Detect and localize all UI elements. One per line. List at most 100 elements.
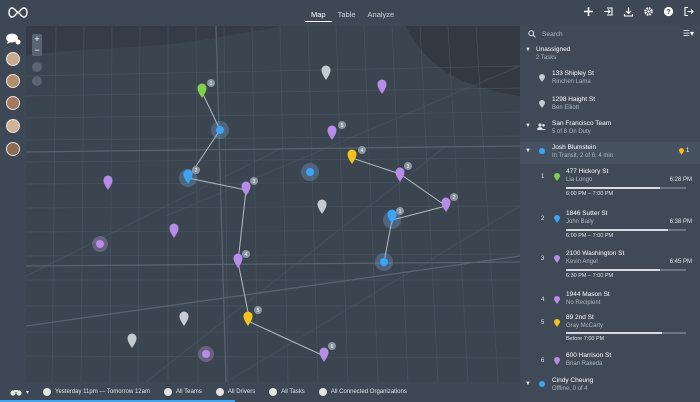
task-recipient: Ben Elliott	[552, 105, 580, 111]
drivers-filter[interactable]: All Drivers	[215, 388, 256, 396]
map-canvas[interactable]: 1 2 3 4 5 6 5 4 3 1 2	[26, 26, 520, 382]
pin-icon	[554, 173, 560, 181]
layers-icon[interactable]	[32, 76, 42, 86]
driver-status-dot	[539, 381, 545, 387]
time-window-fill	[566, 269, 660, 271]
view-tabs: Map Table Analyze	[305, 8, 400, 22]
driver-status: In Transit, 2 of 6, 4 min	[552, 153, 614, 159]
chat-icon[interactable]	[5, 32, 21, 46]
left-rail	[0, 26, 26, 382]
help-icon[interactable]: ?	[663, 6, 674, 17]
task-row[interactable]: 4 1944 Mason St No Recipient	[520, 289, 700, 311]
avatar[interactable]	[6, 52, 20, 66]
driver-name: Cindy Cheung	[552, 377, 594, 384]
svg-text:4: 4	[245, 252, 248, 258]
map[interactable]: 1 2 3 4 5 6 5 4 3 1 2 + −	[26, 26, 520, 382]
pin-icon	[679, 148, 684, 155]
svg-text:5: 5	[341, 123, 344, 129]
avatar[interactable]	[6, 119, 20, 133]
binoculars-button[interactable]: ▾	[10, 388, 29, 396]
locate-icon[interactable]	[32, 62, 42, 72]
task-eta: 6:38 PM	[669, 219, 692, 225]
avatar[interactable]	[6, 96, 20, 110]
task-panel: ☰▾ ▼ Unassigned 2 Tasks 133 Shipley St R…	[520, 26, 700, 402]
task-number: 1	[541, 174, 545, 180]
plus-icon[interactable]	[583, 6, 594, 17]
task-row[interactable]: 6 600 Harrison St Brian Rakeda	[520, 350, 700, 372]
tab-table[interactable]: Table	[332, 8, 362, 22]
avatar[interactable]	[6, 142, 20, 156]
list-menu-icon[interactable]: ☰▾	[683, 29, 694, 38]
search-input[interactable]	[542, 29, 652, 39]
svg-text:6: 6	[331, 344, 334, 350]
tab-analyze[interactable]: Analyze	[362, 8, 401, 22]
task-row[interactable]: 5 89 2nd St Gray McCarty Before 7:00 PM	[520, 312, 700, 344]
team-icon	[163, 388, 172, 396]
svg-text:1: 1	[210, 81, 213, 87]
top-bar: Map Table Analyze ?	[0, 0, 700, 26]
svg-text:4: 4	[361, 148, 364, 154]
task-number: 3	[541, 256, 545, 262]
avatar[interactable]	[6, 74, 20, 88]
task-eta: 6:45 PM	[669, 259, 692, 265]
task-row[interactable]: 1 477 Hickory St Lia Longo 6:28 PM 6:00 …	[520, 166, 700, 198]
task-address: 477 Hickory St	[566, 168, 609, 175]
organization-icon	[318, 388, 327, 396]
tasks-label: All Tasks	[281, 389, 305, 395]
task-address: 1846 Sutter St	[566, 210, 608, 217]
zoom-out-button[interactable]: −	[34, 45, 39, 56]
task-address: 2100 Washington St	[566, 250, 625, 257]
zoom-control: + −	[32, 34, 42, 56]
binoculars-icon	[10, 390, 22, 396]
time-range-filter[interactable]: Yesterday 11pm — Tomorrow 12am	[43, 388, 150, 396]
chevron-down-icon: ▼	[525, 381, 531, 387]
time-window-label: 6:30 PM – 7:00 PM	[566, 273, 614, 279]
toolbar: ?	[583, 6, 694, 17]
teams-filter[interactable]: All Teams	[163, 388, 202, 396]
download-icon[interactable]	[623, 6, 634, 17]
task-address: 133 Shipley St	[552, 70, 594, 77]
pin-icon	[554, 296, 560, 304]
task-recipient: Rinchen Lama	[552, 79, 591, 85]
task-recipient: Lia Longo	[566, 177, 593, 183]
tasks-filter[interactable]: All Tasks	[269, 388, 305, 396]
driver-icon	[215, 388, 224, 396]
pin-icon	[554, 255, 560, 263]
time-window-bar	[566, 187, 686, 189]
tab-map[interactable]: Map	[305, 8, 332, 22]
team-group[interactable]: ▼ San Francisco Team 5 of 8 On Duty	[520, 118, 700, 140]
task-row[interactable]: 2 1846 Sutter St John Baily 6:38 PM 6:00…	[520, 208, 700, 240]
list-item[interactable]: 1298 Haight St Ben Elliott	[520, 94, 700, 116]
chevron-down-icon: ▾	[26, 389, 30, 396]
driver-row[interactable]: ▼ Josh Blumstein In Transit, 2 of 6, 4 m…	[520, 142, 700, 164]
task-number: 2	[541, 216, 545, 222]
task-number: 5	[541, 320, 545, 326]
task-address: 89 2nd St	[566, 314, 594, 321]
orgs-label: All Connected Organizations	[330, 389, 407, 395]
svg-text:5: 5	[257, 308, 260, 314]
driver-status: Offline, 0 of 4	[552, 386, 588, 392]
gear-icon[interactable]	[643, 6, 654, 17]
orgs-filter[interactable]: All Connected Organizations	[318, 388, 407, 396]
unassigned-group[interactable]: ▼ Unassigned 2 Tasks	[520, 44, 700, 66]
import-icon[interactable]	[603, 6, 614, 17]
onfleet-logo-icon[interactable]	[7, 6, 29, 19]
zoom-in-button[interactable]: +	[34, 34, 39, 45]
time-window-bar	[566, 269, 686, 271]
pin-icon	[269, 388, 278, 396]
svg-text:2: 2	[195, 168, 198, 174]
task-number: 4	[541, 297, 545, 303]
filter-bar: ▾ Yesterday 11pm — Tomorrow 12am All Tea…	[0, 382, 520, 402]
time-range-label: Yesterday 11pm — Tomorrow 12am	[55, 389, 150, 395]
time-window-fill	[566, 229, 668, 231]
list-item[interactable]: 133 Shipley St Rinchen Lama	[520, 68, 700, 90]
logout-icon[interactable]	[683, 6, 694, 17]
time-window-bar	[566, 332, 686, 334]
time-window-fill	[566, 332, 662, 334]
svg-text:3: 3	[407, 164, 410, 170]
team-icon	[537, 123, 546, 130]
driver-row[interactable]: ▼ Cindy Cheung Offline, 0 of 4	[520, 376, 700, 398]
task-eta: 6:28 PM	[669, 177, 692, 183]
drivers-label: All Drivers	[227, 389, 256, 395]
task-row[interactable]: 3 2100 Washington St Kevin Angel 6:45 PM…	[520, 248, 700, 282]
